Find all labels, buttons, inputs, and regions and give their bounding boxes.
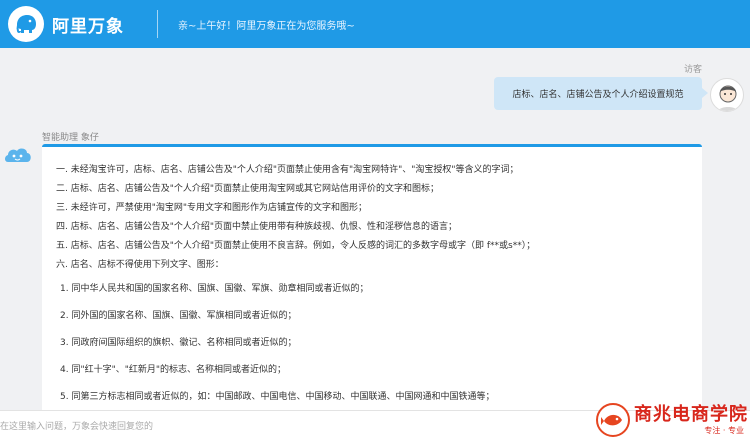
visitor-message-text: 店标、店名、店铺公告及个人介绍设置规范 [512, 90, 684, 100]
cloud-bot-icon [2, 140, 34, 172]
sub-rule-3: 3. 同政府间国际组织的旗帜、徽记、名称相同或者近似的； [60, 338, 297, 348]
watermark-logo: 商兆电商学院 专注 · 专业 [596, 398, 748, 442]
sub-rule-1: 1. 同中华人民共和国的国家名称、国旗、国徽、军旗、勋章相同或者近似的； [60, 284, 369, 294]
rule-line-6: 六. 店名、店标不得使用下列文字、图形： [56, 260, 224, 270]
fish-icon [596, 403, 630, 437]
bot-answer-card: 一. 未经淘宝许可，店标、店名、店铺公告及"个人介绍"页面禁止使用含有"淘宝网特… [42, 144, 702, 414]
visitor-message-bubble: 店标、店名、店铺公告及个人介绍设置规范 [494, 77, 708, 110]
watermark-title: 商兆电商学院 [634, 403, 748, 425]
rule-line-2: 二. 店标、店名、店铺公告及"个人介绍"页面禁止使用淘宝网或其它网站信用评价的文… [56, 184, 440, 194]
rule-line-1: 一. 未经淘宝许可，店标、店名、店铺公告及"个人介绍"页面禁止使用含有"淘宝网特… [56, 165, 519, 175]
header-divider [157, 10, 158, 38]
message-input[interactable]: 在这里输入问题，万象会快速回复您的 [0, 419, 153, 432]
sub-rule-2: 2. 同外国的国家名称、国旗、国徽、军旗相同或者近似的； [60, 311, 297, 321]
watermark-subtitle: 专注 · 专业 [704, 425, 744, 435]
greeting-text: 亲~上午好！阿里万象正在为您服务哦~ [178, 20, 355, 32]
user-avatar-icon [710, 78, 744, 112]
bot-label: 智能助理 象仔 [42, 133, 99, 143]
brand-logo[interactable]: 阿里万象 [0, 0, 157, 48]
sub-rule-4: 4. 同"红十字"、"红新月"的标志、名称相同或者近似的； [60, 365, 287, 375]
rule-line-5: 五. 店标、店名、店铺公告及"个人介绍"页面禁止使用不良言辞。例如，令人反感的词… [56, 241, 536, 251]
elephant-icon [8, 6, 44, 42]
brand-name: 阿里万象 [52, 16, 124, 37]
top-header: 阿里万象 亲~上午好！阿里万象正在为您服务哦~ [0, 0, 750, 48]
visitor-label: 访客 [683, 65, 702, 75]
rule-line-4: 四. 店标、店名、店铺公告及"个人介绍"页面中禁止使用带有种族歧视、仇恨、性和淫… [56, 222, 458, 232]
rule-line-3: 三. 未经许可，严禁使用"淘宝网"专用文字和图形作为店铺宣传的文字和图形； [56, 203, 368, 213]
